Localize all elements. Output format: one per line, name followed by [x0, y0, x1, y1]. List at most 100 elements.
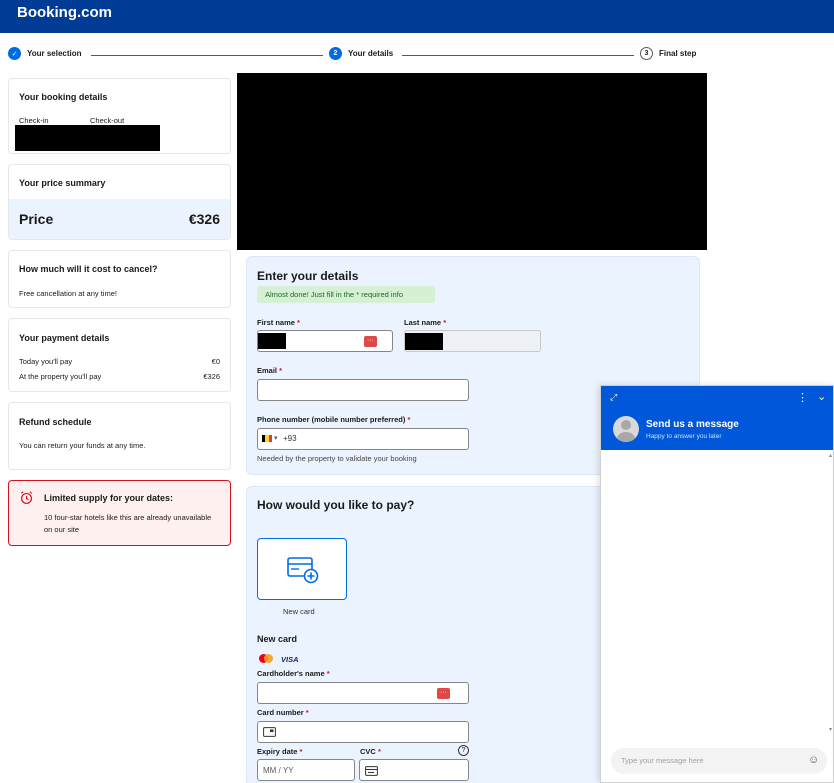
card-title: Your price summary	[19, 178, 106, 188]
label-text: Card number	[257, 708, 304, 717]
first-name-label: First name *	[257, 318, 300, 327]
chat-header: ⤢ ⋮ ⌄ Send us a message Happy to answer …	[601, 386, 833, 450]
step-final: 3 Final step	[640, 47, 696, 60]
step-number-badge: 2	[329, 47, 342, 60]
limited-supply-alert: Limited supply for your dates: 10 four-s…	[8, 480, 231, 546]
new-card-option-label: New card	[283, 607, 315, 616]
chat-message-input[interactable]: Type your message here	[611, 748, 827, 774]
step-your-selection[interactable]: ✓ Your selection	[8, 47, 82, 60]
last-name-label: Last name *	[404, 318, 446, 327]
chevron-down-icon[interactable]: ▾	[274, 434, 278, 442]
card-title: Your booking details	[19, 92, 108, 102]
phone-hint: Needed by the property to validate your …	[257, 454, 417, 463]
card-number-label: Card number *	[257, 708, 309, 717]
avatar	[613, 416, 639, 442]
card-number-input[interactable]	[257, 721, 469, 743]
alert-text: 10 four-star hotels like this are alread…	[44, 513, 212, 534]
flag-icon[interactable]	[262, 435, 272, 442]
details-form-title: Enter your details	[257, 269, 359, 283]
checkout-label: Check-out	[90, 116, 125, 125]
required-mark: *	[305, 708, 309, 717]
redacted-last-name	[405, 333, 443, 350]
chat-widget: ⤢ ⋮ ⌄ Send us a message Happy to answer …	[600, 385, 834, 783]
phone-value: +93	[283, 434, 297, 443]
top-bar: Booking.com	[0, 0, 834, 33]
cancellation-text: Free cancellation at any time!	[19, 289, 117, 298]
scroll-down-icon[interactable]: ▾	[829, 726, 832, 733]
required-mark: *	[279, 366, 283, 375]
required-info-notice: Almost done! Just fill in the * required…	[257, 286, 435, 303]
cvc-card-icon	[365, 766, 378, 776]
checkmark-icon: ✓	[8, 47, 21, 60]
refund-card: Refund schedule You can return your fund…	[8, 402, 231, 470]
price-label: Price	[19, 211, 54, 227]
scroll-up-icon[interactable]: ▴	[829, 452, 832, 459]
required-mark: *	[407, 415, 411, 424]
label-text: CVC	[360, 747, 376, 756]
step-label: Your details	[348, 49, 394, 58]
chat-subtitle: Happy to answer you later	[646, 433, 722, 440]
label-text: Expiry date	[257, 747, 298, 756]
cvc-input[interactable]	[359, 759, 469, 781]
email-input[interactable]	[257, 379, 469, 401]
card-title: Your payment details	[19, 333, 110, 343]
alert-title: Limited supply for your dates:	[44, 493, 174, 503]
cancellation-card: How much will it cost to cancel? Free ca…	[8, 250, 231, 308]
pay-today-label: Today you'll pay	[19, 357, 73, 366]
step-number-badge: 3	[640, 47, 653, 60]
label-text: Last name	[404, 318, 442, 327]
email-label: Email *	[257, 366, 282, 375]
expiry-input[interactable]: MM / YY	[257, 759, 355, 781]
label-text: Phone number (mobile number preferred)	[257, 415, 406, 424]
label-text: First name	[257, 318, 295, 327]
redacted-first-name	[258, 333, 286, 349]
cardholder-input[interactable]: ···	[257, 682, 469, 704]
step-divider	[402, 55, 634, 56]
step-divider	[91, 55, 323, 56]
refund-text: You can return your funds at any time.	[19, 441, 146, 450]
required-mark: *	[377, 747, 381, 756]
last-name-input[interactable]	[404, 330, 541, 352]
new-card-option[interactable]	[257, 538, 347, 600]
credit-card-icon	[263, 727, 276, 737]
pay-property-label: At the property you'll pay	[19, 372, 102, 381]
label-text: Email	[257, 366, 278, 375]
add-card-icon	[287, 557, 319, 584]
required-mark: *	[299, 747, 303, 756]
redacted-dates	[15, 125, 160, 151]
step-label: Final step	[659, 49, 697, 58]
price-value: €326	[188, 211, 220, 227]
chat-title: Send us a message	[646, 419, 739, 430]
help-icon[interactable]: ?	[458, 745, 469, 756]
autofill-icon[interactable]: ···	[364, 336, 377, 347]
step-your-details: 2 Your details	[329, 47, 393, 60]
emoji-icon[interactable]: ☺	[808, 754, 819, 766]
cvc-label: CVC *	[360, 747, 381, 756]
expiry-label: Expiry date *	[257, 747, 302, 756]
autofill-icon[interactable]: ···	[437, 688, 450, 699]
chevron-down-icon[interactable]: ⌄	[817, 390, 826, 403]
redacted-hotel-summary	[237, 73, 707, 250]
required-mark: *	[443, 318, 447, 327]
visa-logo: VISA	[281, 655, 299, 664]
phone-label: Phone number (mobile number preferred) *	[257, 415, 410, 424]
booking-page: Booking.com ✓ Your selection 2 Your deta…	[0, 0, 834, 783]
step-label: Your selection	[27, 49, 82, 58]
pay-property-value: €326	[203, 372, 220, 381]
payment-form-title: How would you like to pay?	[257, 498, 415, 512]
booking-logo[interactable]: Booking.com	[17, 4, 112, 21]
label-text: Cardholder's name	[257, 669, 325, 678]
price-summary-card: Your price summary Price €326	[8, 164, 231, 240]
mastercard-icon	[259, 654, 273, 664]
expand-icon[interactable]: ⤢	[610, 392, 617, 403]
progress-stepper: ✓ Your selection 2 Your details 3 Final …	[0, 44, 720, 66]
required-mark: *	[297, 318, 300, 327]
alarm-clock-icon	[20, 491, 33, 504]
new-card-section-title: New card	[257, 634, 298, 644]
first-name-input[interactable]: ···	[257, 330, 393, 352]
phone-input[interactable]: ▾ +93	[257, 428, 469, 450]
more-options-icon[interactable]: ⋮	[797, 391, 808, 404]
card-title: How much will it cost to cancel?	[19, 264, 158, 274]
required-mark: *	[326, 669, 330, 678]
price-band: Price €326	[9, 199, 230, 239]
